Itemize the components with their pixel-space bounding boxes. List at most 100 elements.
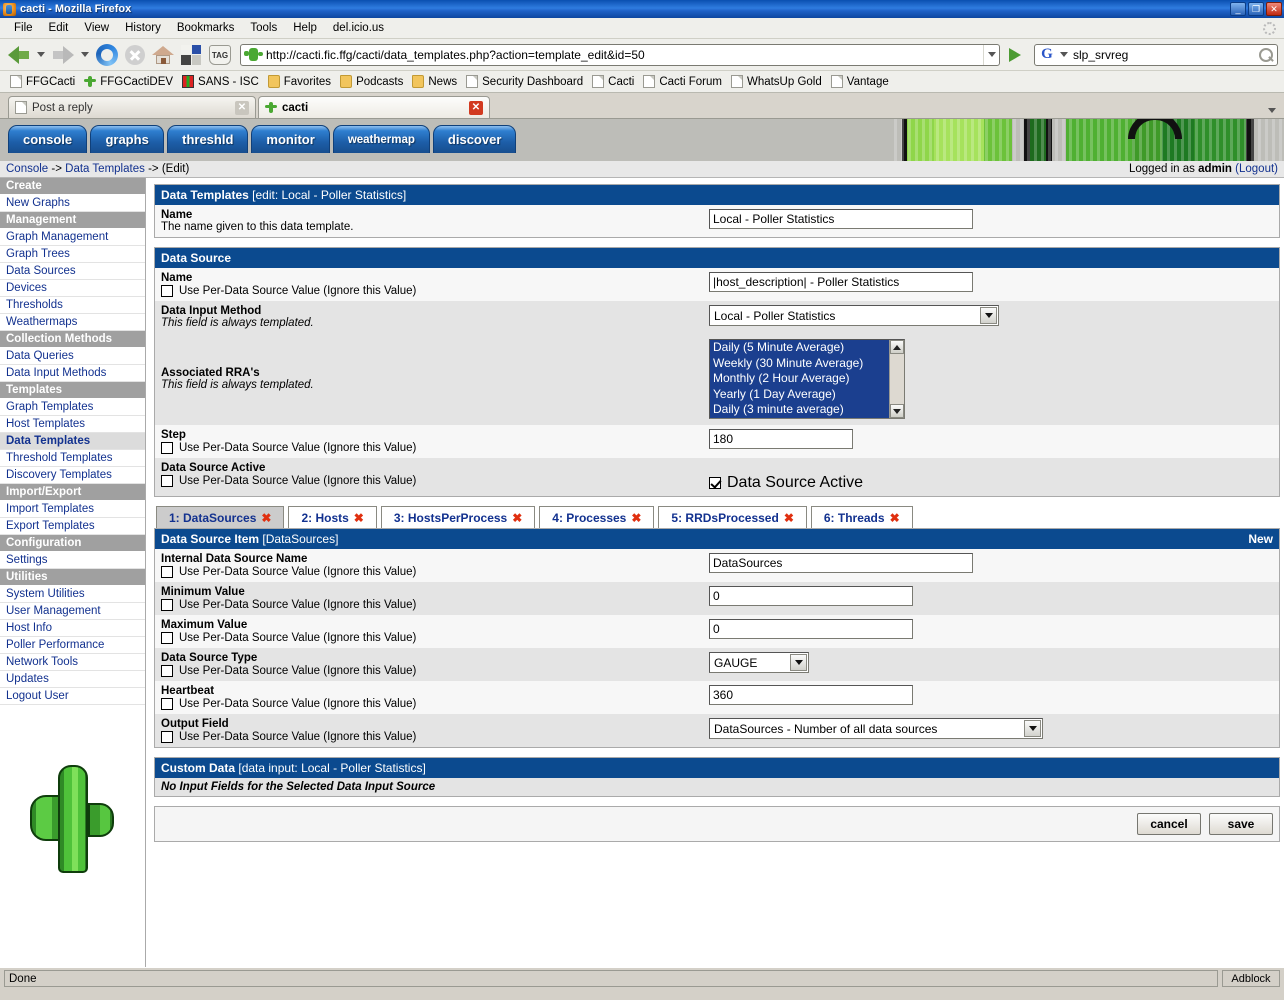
- chevron-down-icon[interactable]: [980, 307, 997, 324]
- sidebar-item-settings[interactable]: Settings: [0, 552, 145, 569]
- ds-active-per-source-checkbox[interactable]: [161, 475, 173, 487]
- search-bar[interactable]: G: [1034, 43, 1278, 66]
- sidebar-item-data-sources[interactable]: Data Sources: [0, 263, 145, 280]
- dsi-max-value-per-source-checkbox[interactable]: [161, 632, 173, 644]
- url-input[interactable]: [264, 46, 983, 63]
- sidebar-item-logout-user[interactable]: Logout User: [0, 688, 145, 705]
- bookmark-whatsup-gold[interactable]: WhatsUp Gold: [727, 74, 826, 89]
- dsi-internal-name-input[interactable]: [709, 553, 973, 573]
- bookmark-vantage[interactable]: Vantage: [827, 74, 893, 89]
- sidebar-item-network-tools[interactable]: Network Tools: [0, 654, 145, 671]
- bookmark-ffgcactidev[interactable]: FFGCactiDEV: [80, 74, 177, 89]
- breadcrumb-console[interactable]: Console: [6, 163, 48, 175]
- data-source-type-select[interactable]: GAUGE: [709, 652, 809, 673]
- back-arrow-icon[interactable]: [6, 42, 32, 68]
- dsi-type-per-source-checkbox[interactable]: [161, 665, 173, 677]
- chevron-down-icon[interactable]: [1024, 720, 1041, 737]
- sidebar-item-data-templates[interactable]: Data Templates: [0, 433, 145, 450]
- listbox-option[interactable]: Weekly (30 Minute Average): [710, 355, 889, 371]
- back-history-caret-icon[interactable]: [37, 52, 45, 57]
- listbox-option[interactable]: Yearly (1 Day Average): [710, 386, 889, 402]
- sidebar-item-graph-templates[interactable]: Graph Templates: [0, 399, 145, 416]
- nav-tab-graphs[interactable]: graphs: [90, 125, 165, 153]
- search-icon[interactable]: [1255, 45, 1277, 65]
- output-field-select[interactable]: DataSources - Number of all data sources: [709, 718, 1043, 739]
- forward-history-caret-icon[interactable]: [81, 52, 89, 57]
- nav-tab-weathermap[interactable]: weathermap: [332, 125, 430, 153]
- listbox-option[interactable]: Monthly (2 Hour Average): [710, 371, 889, 387]
- google-icon[interactable]: G: [1039, 46, 1055, 63]
- sidebar-item-thresholds[interactable]: Thresholds: [0, 297, 145, 314]
- browser-tab-close-icon[interactable]: ✕: [235, 100, 249, 115]
- tab-close-icon[interactable]: ✖: [784, 511, 794, 525]
- tab-close-icon[interactable]: ✖: [631, 511, 641, 525]
- bookmark-cacti-forum[interactable]: Cacti Forum: [639, 74, 726, 89]
- url-bar[interactable]: [240, 43, 1000, 66]
- menu-edit[interactable]: Edit: [41, 20, 77, 36]
- sidebar-item-data-queries[interactable]: Data Queries: [0, 348, 145, 365]
- go-icon[interactable]: [1002, 43, 1028, 67]
- ds-name-per-source-checkbox[interactable]: [161, 285, 173, 297]
- sidebar-item-weathermaps[interactable]: Weathermaps: [0, 314, 145, 331]
- tab-close-icon[interactable]: ✖: [354, 511, 364, 525]
- data-source-active-checkbox[interactable]: [709, 477, 721, 489]
- ds-step-per-source-checkbox[interactable]: [161, 442, 173, 454]
- browser-tab-post-a-reply[interactable]: Post a reply ✕: [8, 96, 256, 118]
- sidebar-item-devices[interactable]: Devices: [0, 280, 145, 297]
- ds-item-tab-hostsperprocess[interactable]: 3: HostsPerProcess ✖: [380, 506, 536, 528]
- sidebar-item-host-templates[interactable]: Host Templates: [0, 416, 145, 433]
- sidebar-item-poller-performance[interactable]: Poller Performance: [0, 637, 145, 654]
- ds-item-tab-threads[interactable]: 6: Threads ✖: [810, 506, 913, 528]
- menu-file[interactable]: File: [6, 20, 41, 36]
- nav-tab-threshld[interactable]: threshld: [167, 125, 249, 153]
- forward-arrow-icon[interactable]: [50, 42, 76, 68]
- dsi-output-field-per-source-checkbox[interactable]: [161, 731, 173, 743]
- logout-link[interactable]: (Logout): [1235, 163, 1278, 175]
- dsi-min-value-per-source-checkbox[interactable]: [161, 599, 173, 611]
- minimize-button[interactable]: _: [1230, 2, 1246, 16]
- sidebar-item-data-input-methods[interactable]: Data Input Methods: [0, 365, 145, 382]
- menu-history[interactable]: History: [117, 20, 169, 36]
- url-dropdown-caret-icon[interactable]: [983, 44, 999, 65]
- cancel-button[interactable]: cancel: [1137, 813, 1201, 835]
- tag-icon[interactable]: TAG: [209, 44, 231, 65]
- bookmark-podcasts[interactable]: Podcasts: [336, 74, 407, 89]
- sidebar-item-export-templates[interactable]: Export Templates: [0, 518, 145, 535]
- sidebar-item-graph-management[interactable]: Graph Management: [0, 229, 145, 246]
- dsi-min-value-input[interactable]: [709, 586, 913, 606]
- menu-view[interactable]: View: [76, 20, 117, 36]
- breadcrumb-data-templates[interactable]: Data Templates: [65, 163, 145, 175]
- bookmark-favorites[interactable]: Favorites: [264, 74, 335, 89]
- close-button[interactable]: ✕: [1266, 2, 1282, 16]
- ds-step-input[interactable]: [709, 429, 853, 449]
- menu-help[interactable]: Help: [285, 20, 325, 36]
- scroll-up-icon[interactable]: [890, 340, 904, 354]
- maximize-button[interactable]: ❐: [1248, 2, 1264, 16]
- bookmark-security-dashboard[interactable]: Security Dashboard: [462, 74, 587, 89]
- dsi-heartbeat-input[interactable]: [709, 685, 913, 705]
- dsi-internal-name-per-source-checkbox[interactable]: [161, 566, 173, 578]
- ds-input-method-select[interactable]: Local - Poller Statistics: [709, 305, 999, 326]
- ds-item-tab-processes[interactable]: 4: Processes ✖: [539, 506, 655, 528]
- scroll-down-icon[interactable]: [890, 404, 904, 418]
- adblock-status-button[interactable]: Adblock: [1222, 970, 1280, 987]
- search-engine-caret-icon[interactable]: [1060, 52, 1068, 57]
- nav-tab-monitor[interactable]: monitor: [251, 125, 330, 153]
- sidebar-item-threshold-templates[interactable]: Threshold Templates: [0, 450, 145, 467]
- home-icon[interactable]: [152, 44, 174, 66]
- associated-rras-listbox[interactable]: Daily (5 Minute Average) Weekly (30 Minu…: [709, 339, 905, 419]
- bookmark-ffgcacti[interactable]: FFGCacti: [6, 74, 79, 89]
- template-name-input[interactable]: [709, 209, 973, 229]
- sidebar-item-import-templates[interactable]: Import Templates: [0, 501, 145, 518]
- save-button[interactable]: save: [1209, 813, 1273, 835]
- listbox-option[interactable]: Daily (3 minute average): [710, 402, 889, 418]
- sidebar-item-updates[interactable]: Updates: [0, 671, 145, 688]
- browser-tab-close-icon[interactable]: ✕: [469, 100, 483, 115]
- bookmark-news[interactable]: News: [408, 74, 461, 89]
- listbox-scrollbar[interactable]: [889, 340, 904, 418]
- sidebar-item-system-utilities[interactable]: System Utilities: [0, 586, 145, 603]
- new-data-source-item-link[interactable]: New: [1248, 532, 1273, 546]
- browser-tab-cacti[interactable]: cacti ✕: [258, 96, 490, 118]
- sidebar-item-new-graphs[interactable]: New Graphs: [0, 195, 145, 212]
- tab-close-icon[interactable]: ✖: [512, 511, 522, 525]
